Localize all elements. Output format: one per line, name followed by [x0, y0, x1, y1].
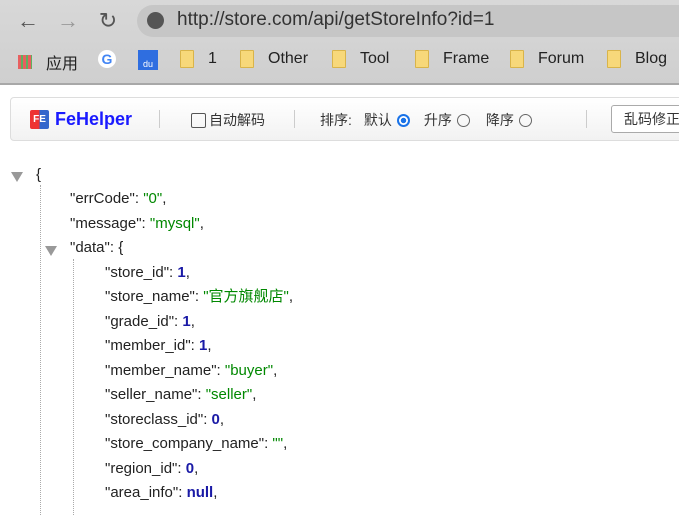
- folder-icon: [607, 50, 621, 68]
- json-line: "member_name": "buyer",: [105, 361, 278, 379]
- json-line: "grade_id": 1,: [105, 312, 195, 330]
- globe-icon: [147, 12, 164, 29]
- folder-icon: [332, 50, 346, 68]
- reload-button[interactable]: ↻: [95, 8, 121, 34]
- google-icon: G: [98, 50, 116, 68]
- baidu-icon: du: [138, 50, 158, 70]
- root-open-brace: {: [36, 166, 42, 183]
- json-value: "mysql": [149, 214, 200, 232]
- bookmark-apps[interactable]: 应用: [18, 50, 78, 74]
- fehelper-brand: FE FeHelper: [30, 109, 132, 130]
- divider: [586, 110, 587, 128]
- json-key: storeclass_id: [110, 410, 198, 428]
- forward-button[interactable]: →: [55, 8, 81, 34]
- url-text: http://store.com/api/getStoreInfo?id=1: [177, 9, 495, 30]
- json-line: "seller_name": "seller",: [105, 386, 257, 403]
- folder-icon: [510, 50, 524, 68]
- json-value: "buyer": [224, 361, 274, 379]
- bookmark-blog[interactable]: Blog: [607, 50, 667, 68]
- json-value: "seller": [205, 386, 253, 403]
- json-line: "store_company_name": "",: [105, 435, 288, 452]
- json-line: "area_info": null,: [105, 484, 218, 501]
- bookmark-forum[interactable]: Forum: [510, 50, 584, 68]
- json-value: "": [272, 435, 284, 452]
- collapse-data-icon[interactable]: [45, 246, 57, 256]
- indent-guide: [40, 185, 41, 515]
- json-value: "0": [143, 190, 163, 207]
- bookmark-tool[interactable]: Tool: [332, 50, 389, 68]
- sort-default-radio[interactable]: 默认: [364, 110, 410, 130]
- fix-encoding-button[interactable]: 乱码修正: [611, 105, 679, 133]
- bookmark-other[interactable]: Other: [240, 50, 308, 68]
- json-line: "store_id": 1,: [105, 263, 190, 281]
- sort-asc-radio[interactable]: 升序: [424, 110, 470, 130]
- bookmark-baidu[interactable]: du: [138, 50, 158, 70]
- indent-guide: [73, 259, 74, 515]
- json-line: "message": "mysql",: [70, 214, 204, 232]
- folder-icon: [180, 50, 194, 68]
- json-key: member_name: [110, 361, 212, 379]
- fehelper-logo: FE: [30, 110, 49, 129]
- divider: [294, 110, 295, 128]
- json-value: 1: [199, 337, 208, 354]
- json-key: region_id: [110, 459, 173, 477]
- json-value: 1: [182, 312, 191, 330]
- json-value: 0: [185, 459, 195, 477]
- apps-grid-icon: [18, 55, 32, 69]
- sort-desc-radio[interactable]: 降序: [486, 110, 532, 130]
- folder-icon: [240, 50, 254, 68]
- json-key: grade_id: [110, 312, 169, 330]
- divider: [159, 110, 160, 128]
- bookmark-frame[interactable]: Frame: [415, 50, 489, 68]
- json-key: store_id: [110, 263, 164, 281]
- json-line: "store_name": "官方旗舰店",: [105, 288, 294, 305]
- json-key: member_id: [110, 337, 186, 354]
- json-key: store_company_name: [110, 435, 259, 452]
- json-value: null: [186, 484, 214, 501]
- json-key: data: [75, 239, 105, 256]
- browser-chrome: ← → ↻ http://store.com/api/getStoreInfo?…: [0, 0, 679, 85]
- bookmark-1[interactable]: 1: [180, 50, 217, 68]
- back-button[interactable]: ←: [15, 8, 41, 34]
- fehelper-toolbar: FE FeHelper 自动解码 排序: 默认 升序 降序 乱码修正: [10, 97, 679, 141]
- json-line: "region_id": 0,: [105, 459, 199, 477]
- folder-icon: [415, 50, 429, 68]
- json-key: message: [75, 214, 137, 232]
- json-line: "member_id": 1,: [105, 337, 212, 354]
- json-value: 0: [211, 410, 220, 428]
- auto-decode-checkbox[interactable]: 自动解码: [191, 110, 265, 130]
- address-bar[interactable]: http://store.com/api/getStoreInfo?id=1: [137, 5, 679, 37]
- sort-group: 排序: 默认 升序 降序: [320, 110, 532, 130]
- json-value: 1: [177, 263, 186, 281]
- json-value: "官方旗舰店": [203, 288, 289, 305]
- json-line: "data": {: [70, 239, 124, 256]
- json-line: "storeclass_id": 0,: [105, 410, 225, 428]
- json-line: "errCode": "0",: [70, 190, 167, 207]
- json-key: store_name: [110, 288, 190, 305]
- json-key: seller_name: [110, 386, 193, 403]
- json-key: area_info: [110, 484, 173, 501]
- json-key: errCode: [75, 190, 130, 207]
- bookmark-google[interactable]: G: [98, 50, 116, 68]
- collapse-root-icon[interactable]: [11, 172, 23, 182]
